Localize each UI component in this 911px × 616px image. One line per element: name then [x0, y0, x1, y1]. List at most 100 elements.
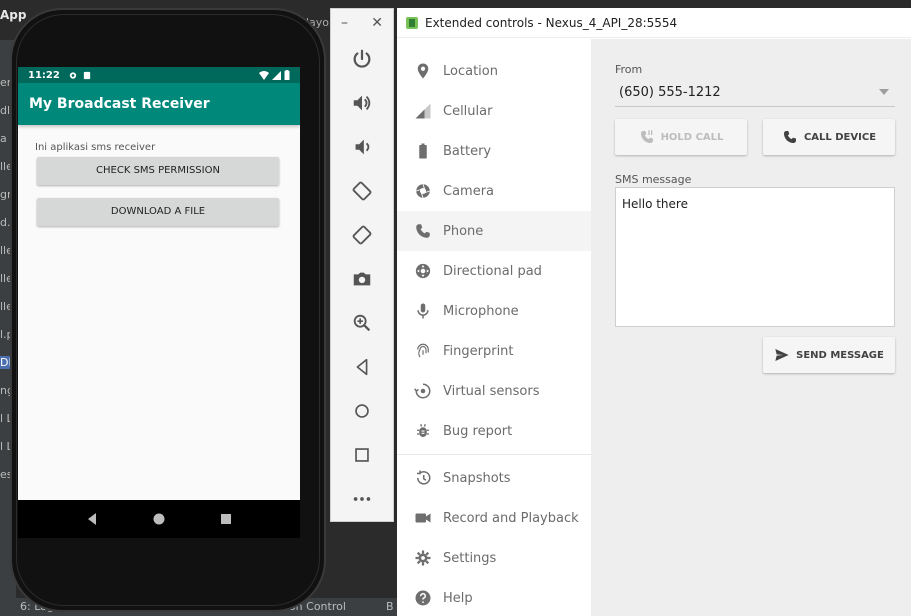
- chevron-down-icon: [879, 89, 889, 95]
- volume-down-icon: [355, 139, 370, 155]
- fingerprint-icon: [417, 343, 429, 358]
- back-button[interactable]: [331, 345, 393, 389]
- android-studio-logo-icon: [406, 16, 418, 29]
- call-device-label: CALL DEVICE: [803, 131, 877, 143]
- sidebar-item-label: Fingerprint: [443, 343, 514, 359]
- sidebar-item-settings[interactable]: Settings: [397, 538, 591, 578]
- phone-paused-icon: [640, 130, 653, 143]
- cellular-icon: [415, 103, 431, 119]
- sidebar-item-battery[interactable]: Battery: [397, 131, 591, 171]
- extended-sidebar: Location Cellular Battery Camera Phone D…: [397, 39, 591, 616]
- volume-up-icon: [353, 95, 371, 111]
- nav-overview-icon[interactable]: [219, 512, 233, 526]
- sidebar-item-label: Snapshots: [443, 470, 511, 486]
- sms-message-input[interactable]: Hello there: [615, 187, 895, 327]
- app-title: My Broadcast Receiver: [18, 83, 300, 125]
- sidebar-item-virtual-sensors[interactable]: Virtual sensors: [397, 371, 591, 411]
- phone-screen[interactable]: 11:22 My Broadcast Receiver Ini aplikasi…: [18, 67, 300, 537]
- rotate-right-button[interactable]: [331, 213, 393, 257]
- send-icon: [775, 349, 789, 361]
- phone-nav-bar: [18, 500, 300, 538]
- snapshots-icon: [417, 470, 431, 485]
- hold-call-label: HOLD CALL: [660, 131, 724, 143]
- bug-icon: [417, 424, 429, 437]
- shield-status-icon: [83, 71, 90, 79]
- send-message-button[interactable]: SEND MESSAGE: [763, 337, 895, 373]
- status-time: 11:22: [28, 69, 60, 81]
- dpad-icon: [415, 263, 431, 279]
- overview-icon: [355, 448, 369, 462]
- call-device-button[interactable]: CALL DEVICE: [763, 119, 895, 155]
- home-icon: [355, 404, 369, 418]
- intro-label: Ini aplikasi sms receiver: [35, 142, 156, 153]
- from-number-value: (650) 555-1212: [619, 85, 721, 100]
- sidebar-item-help[interactable]: Help: [397, 578, 591, 616]
- microphone-icon: [417, 303, 429, 319]
- sidebar-item-label: Phone: [443, 223, 484, 239]
- minimize-button[interactable]: –: [341, 15, 348, 31]
- sidebar-item-directional-pad[interactable]: Directional pad: [397, 251, 591, 291]
- hold-call-button[interactable]: HOLD CALL: [615, 119, 747, 155]
- sidebar-item-cellular[interactable]: Cellular: [397, 91, 591, 131]
- power-icon: [353, 49, 371, 68]
- wifi-icon: [259, 70, 269, 80]
- screenshot-button[interactable]: [331, 257, 393, 301]
- window-title: Extended controls - Nexus_4_API_28:5554: [425, 15, 678, 30]
- back-icon: [356, 358, 368, 376]
- overview-button[interactable]: [331, 433, 393, 477]
- sidebar-item-snapshots[interactable]: Snapshots: [397, 458, 591, 498]
- sidebar-item-label: Battery: [443, 143, 492, 159]
- settings-status-icon: [69, 71, 76, 79]
- more-button[interactable]: [331, 477, 393, 521]
- sidebar-item-label: Record and Playback: [443, 510, 579, 526]
- nav-back-icon[interactable]: [85, 512, 99, 526]
- status-bar: 11:22: [18, 67, 300, 83]
- sms-message-label: SMS message: [615, 173, 692, 186]
- sidebar-item-label: Camera: [443, 183, 495, 199]
- sidebar-item-label: Settings: [443, 550, 497, 566]
- sidebar-item-label: Directional pad: [443, 263, 542, 279]
- sidebar-item-location[interactable]: Location: [397, 51, 591, 91]
- location-icon: [417, 63, 429, 79]
- download-file-button[interactable]: DOWNLOAD A FILE: [37, 198, 279, 226]
- sidebar-item-label: Bug report: [443, 423, 513, 439]
- signal-icon: [272, 70, 281, 80]
- battery-status-icon: [284, 70, 290, 80]
- sidebar-item-label: Virtual sensors: [443, 383, 540, 399]
- power-button[interactable]: [331, 37, 393, 81]
- rotate-right-icon: [352, 225, 372, 245]
- zoom-icon: [353, 314, 371, 332]
- sidebar-item-phone[interactable]: Phone: [397, 211, 591, 251]
- from-label: From: [615, 63, 643, 76]
- sidebar-item-label: Location: [443, 63, 498, 79]
- check-sms-permission-button[interactable]: CHECK SMS PERMISSION: [37, 157, 279, 185]
- camera-aperture-icon: [416, 184, 430, 198]
- rotate-left-icon: [352, 181, 372, 201]
- sidebar-item-camera[interactable]: Camera: [397, 171, 591, 211]
- rotate-left-button[interactable]: [331, 169, 393, 213]
- zoom-button[interactable]: [331, 301, 393, 345]
- sidebar-item-fingerprint[interactable]: Fingerprint: [397, 331, 591, 371]
- record-icon: [415, 513, 431, 523]
- sidebar-item-label: Microphone: [443, 303, 519, 319]
- close-button[interactable]: ✕: [371, 15, 383, 31]
- nav-home-icon[interactable]: [152, 512, 166, 526]
- window-title-bar: Extended controls - Nexus_4_API_28:5554: [397, 8, 911, 38]
- sidebar-item-record-and-playback[interactable]: Record and Playback: [397, 498, 591, 538]
- volume-up-button[interactable]: [331, 81, 393, 125]
- sidebar-divider: [397, 454, 591, 455]
- phone-panel: From (650) 555-1212 HOLD CALL CALL DEVIC…: [591, 39, 911, 616]
- home-button[interactable]: [331, 389, 393, 433]
- from-number-select[interactable]: (650) 555-1212: [615, 79, 895, 107]
- volume-down-button[interactable]: [331, 125, 393, 169]
- sidebar-item-microphone[interactable]: Microphone: [397, 291, 591, 331]
- battery-icon: [419, 143, 427, 159]
- send-message-label: SEND MESSAGE: [796, 349, 884, 361]
- extended-controls-window: Extended controls - Nexus_4_API_28:5554 …: [397, 8, 911, 616]
- help-icon: [415, 590, 431, 606]
- sidebar-item-label: Cellular: [443, 103, 493, 119]
- emulator-toolbar: – ✕: [330, 8, 394, 522]
- build-tab[interactable]: B: [386, 600, 394, 613]
- phone-icon: [416, 224, 430, 238]
- sidebar-item-bug-report[interactable]: Bug report: [397, 411, 591, 451]
